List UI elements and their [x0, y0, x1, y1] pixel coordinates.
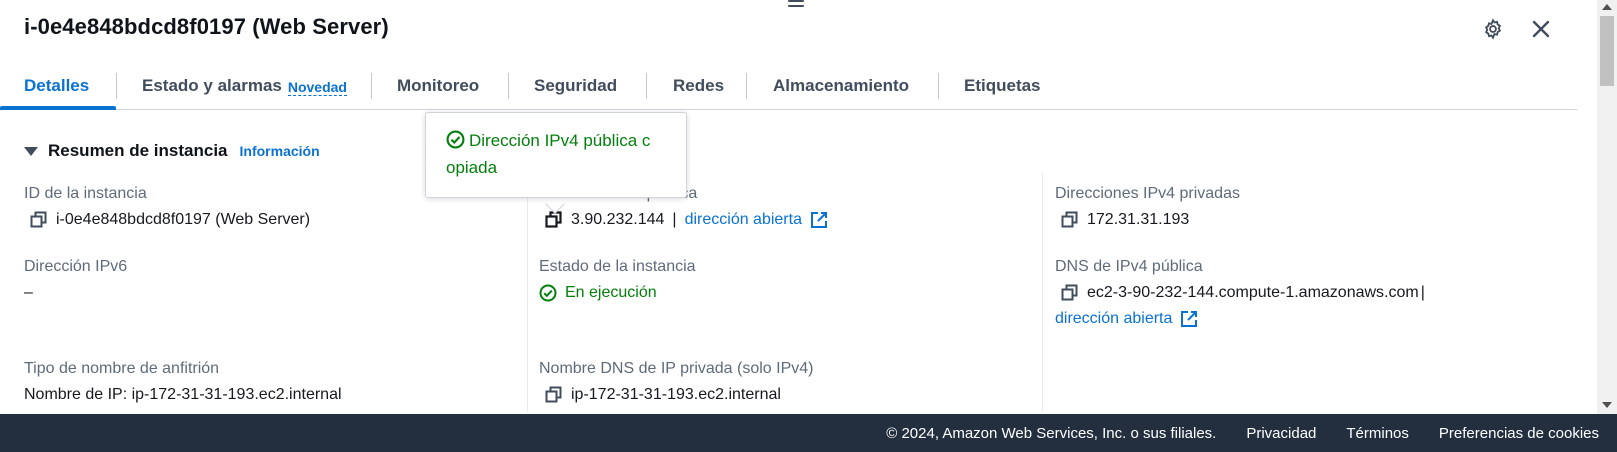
terms-link[interactable]: Términos: [1346, 425, 1409, 442]
info-link[interactable]: Información: [240, 143, 320, 159]
tab-divider: [646, 73, 647, 99]
field-label: Direcciones IPv4 privadas: [1055, 185, 1240, 202]
privacy-link[interactable]: Privacidad: [1246, 425, 1316, 442]
vertical-scrollbar[interactable]: [1597, 0, 1617, 414]
tab-monitoreo[interactable]: Monitoreo: [397, 66, 479, 110]
new-badge[interactable]: Novedad: [287, 79, 347, 96]
scrollbar-thumb[interactable]: [1600, 16, 1614, 86]
field-label: DNS de IPv4 pública: [1055, 258, 1203, 275]
field-private-ipv4: Direcciones IPv4 privadas 172.31.31.193: [1055, 185, 1240, 229]
tab-divider: [938, 73, 939, 99]
field-value: ip-172-31-31-193.ec2.internal: [571, 386, 781, 403]
field-label: Dirección IPv6: [24, 258, 128, 275]
tab-etiquetas[interactable]: Etiquetas: [964, 66, 1041, 110]
tab-detalles[interactable]: Detalles: [24, 66, 89, 110]
external-link-icon[interactable]: [1180, 310, 1198, 328]
field-value: i-0e4e848bdcd8f0197 (Web Server): [56, 211, 311, 228]
tab-label: Detalles: [24, 76, 90, 95]
gear-icon: [1484, 18, 1502, 40]
tab-divider: [746, 73, 747, 99]
close-button[interactable]: [1527, 15, 1555, 43]
footer: © 2024, Amazon Web Services, Inc. o sus …: [0, 414, 1617, 452]
tab-seguridad[interactable]: Seguridad: [534, 66, 617, 110]
popover-text-line1: Dirección IPv4 pública c: [469, 131, 651, 150]
field-value: 3.90.232.144: [571, 211, 665, 228]
active-tab-indicator: [0, 106, 116, 110]
check-circle-icon: [446, 130, 465, 149]
field-label: Estado de la instancia: [539, 258, 696, 275]
tab-label: Seguridad: [534, 76, 618, 95]
settings-button[interactable]: [1479, 15, 1507, 43]
copyright-text: © 2024, Amazon Web Services, Inc. o sus …: [886, 424, 1217, 442]
tab-label: Estado y alarmas: [142, 76, 282, 95]
tab-label: Redes: [673, 76, 725, 95]
tab-divider: [116, 73, 117, 99]
section-title[interactable]: Resumen de instancia: [48, 141, 228, 161]
external-link-icon[interactable]: [810, 211, 828, 229]
field-value: ec2-3-90-232-144.compute-1.amazonaws.com: [1087, 284, 1419, 301]
field-value: –: [24, 284, 33, 301]
status-running: En ejecución: [565, 284, 657, 301]
panel-resize-handle[interactable]: [788, 0, 804, 12]
copy-icon[interactable]: [1061, 284, 1079, 302]
copy-icon[interactable]: [545, 386, 563, 404]
open-address-link[interactable]: dirección abierta: [1055, 310, 1172, 328]
field-private-dns: Nombre DNS de IP privada (solo IPv4) ip-…: [539, 360, 813, 404]
field-label: Nombre DNS de IP privada (solo IPv4): [539, 360, 814, 377]
tab-label: Almacenamiento: [773, 76, 910, 95]
scroll-down-arrow[interactable]: [1602, 402, 1612, 408]
field-label: Tipo de nombre de anfitrión: [24, 360, 220, 377]
field-instance-state: Estado de la instancia En ejecución: [539, 258, 696, 302]
tab-divider: [371, 73, 372, 99]
tab-label: Etiquetas: [964, 76, 1041, 95]
field-ipv6: Dirección IPv6 –: [24, 258, 127, 302]
cookie-preferences-link[interactable]: Preferencias de cookies: [1439, 425, 1599, 442]
copy-icon[interactable]: [1061, 211, 1079, 229]
field-value: 172.31.31.193: [1087, 211, 1190, 228]
field-label: ID de la instancia: [24, 185, 147, 202]
scroll-up-arrow[interactable]: [1602, 4, 1612, 10]
field-value: Nombre de IP: ip-172-31-31-193.ec2.inter…: [24, 386, 342, 403]
popover-message: Dirección IPv4 pública c opiada: [446, 127, 666, 181]
field-public-dns: DNS de IPv4 pública ec2-3-90-232-144.com…: [1055, 258, 1425, 328]
tab-label: Monitoreo: [397, 76, 480, 95]
check-circle-icon: [539, 284, 557, 302]
tab-estado-alarmas[interactable]: Estado y alarmas Novedad: [142, 66, 347, 110]
tab-redes[interactable]: Redes: [673, 66, 724, 110]
caret-down-icon[interactable]: [24, 146, 38, 156]
tab-divider: [508, 73, 509, 99]
column-divider: [527, 172, 528, 412]
copied-popover: Dirección IPv4 pública c opiada: [425, 112, 687, 198]
popover-text-line2: opiada: [446, 158, 498, 177]
tab-almacenamiento[interactable]: Almacenamiento: [773, 66, 909, 110]
close-icon: [1532, 20, 1550, 38]
column-divider: [1042, 172, 1043, 412]
field-hostname-type: Tipo de nombre de anfitrión Nombre de IP…: [24, 360, 342, 404]
copy-icon[interactable]: [30, 211, 48, 229]
field-instance-id: ID de la instancia i-0e4e848bdcd8f0197 (…: [24, 185, 310, 229]
page-title: i-0e4e848bdcd8f0197 (Web Server): [24, 14, 389, 39]
open-address-link[interactable]: dirección abierta: [685, 211, 802, 229]
